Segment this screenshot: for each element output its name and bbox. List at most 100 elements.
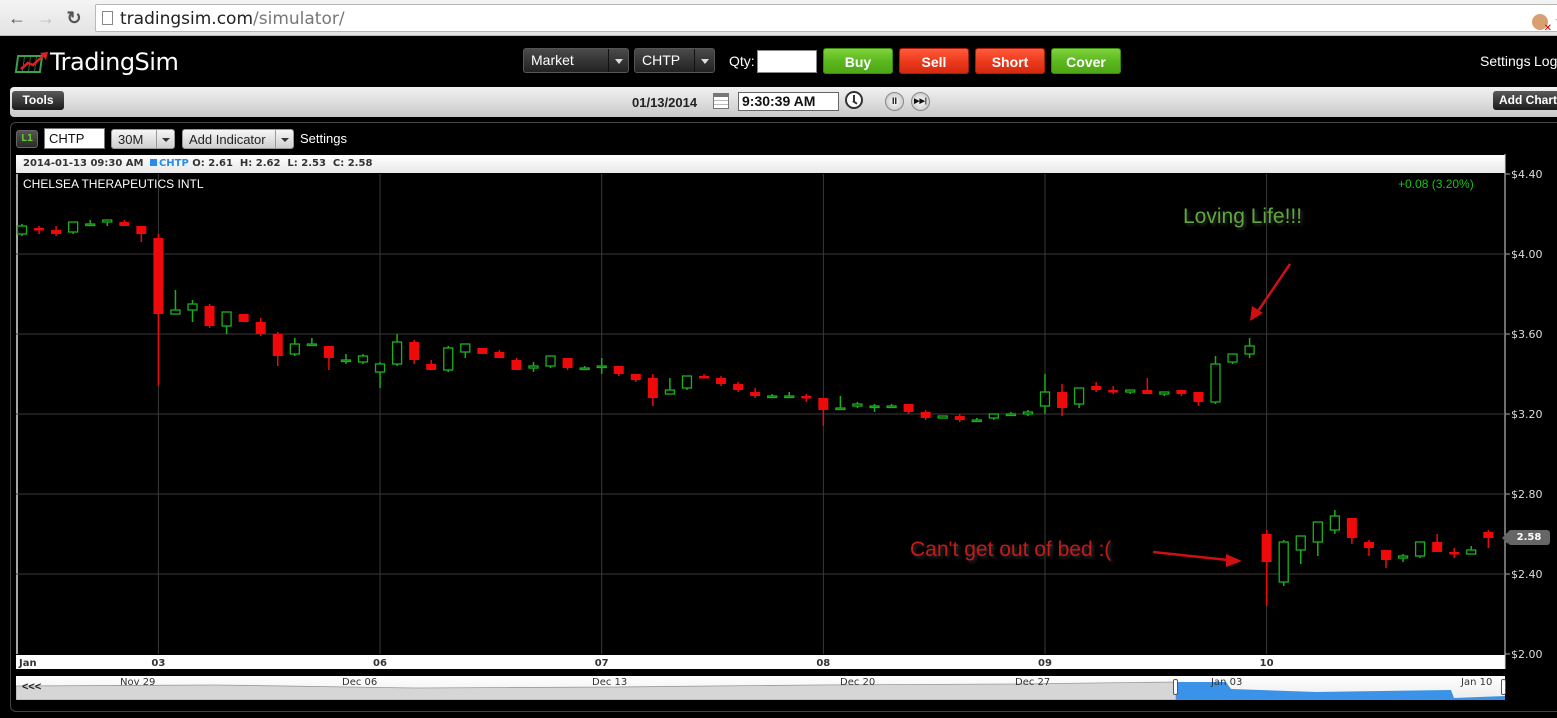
candle-body: [818, 398, 829, 410]
candle-body: [255, 322, 266, 334]
candle-body: [1159, 391, 1170, 395]
candle: [511, 358, 522, 370]
candle-body: [426, 364, 437, 370]
candle: [1022, 410, 1034, 416]
nav-label: Dec 27: [1015, 677, 1051, 688]
candle: [767, 394, 778, 399]
candle: [34, 226, 45, 234]
candle: [869, 404, 880, 412]
candle: [920, 410, 931, 420]
candle: [374, 362, 386, 388]
x-tick-label: 03: [151, 658, 165, 669]
price-chart[interactable]: $4.40 $4.00 $3.60 $3.20 $2.80 $2.40 $2.00 Jan 0…: [0, 0, 1557, 718]
candle-body: [596, 365, 607, 369]
candle: [852, 402, 863, 408]
candle-body: [357, 355, 369, 363]
down-arrow-line: [1152, 550, 1229, 562]
candle-body: [1125, 389, 1136, 393]
up-arrow-line: [1254, 263, 1292, 315]
candle: [1449, 548, 1460, 558]
candle: [818, 398, 829, 426]
candle-body: [409, 342, 420, 360]
candle: [1176, 390, 1187, 396]
candle: [1295, 535, 1306, 564]
candle-body: [733, 384, 744, 390]
candle: [1057, 384, 1068, 416]
candle-body: [1397, 555, 1409, 559]
candle-body: [323, 346, 334, 358]
candle: [733, 382, 744, 392]
candle: [409, 340, 420, 364]
candle-body: [1039, 391, 1051, 407]
candle: [426, 360, 437, 370]
last-price-tag: 2.58: [1502, 530, 1550, 545]
grid-lines: [16, 154, 1506, 669]
candle-body: [153, 238, 164, 314]
candle-body: [630, 374, 641, 380]
candle-body: [340, 359, 352, 363]
candle-body: [716, 378, 727, 384]
candle-body: [988, 413, 999, 419]
candle-body: [477, 348, 488, 354]
candle: [1227, 353, 1238, 364]
candle: [1466, 546, 1477, 555]
y-tick-label: $3.60: [1511, 328, 1543, 341]
navigator-left-handle[interactable]: [1173, 679, 1178, 695]
candle: [954, 414, 965, 422]
navigator-right-handle[interactable]: [1501, 679, 1506, 695]
x-tick-label: 09: [1038, 658, 1052, 669]
candle-body: [545, 355, 556, 367]
candle: [1363, 540, 1374, 556]
candle-body: [1466, 549, 1477, 555]
nav-label: Jan 03: [1211, 677, 1243, 688]
x-axis: Jan 03 06 07 08 09 10: [18, 658, 1274, 669]
candle: [1005, 412, 1017, 417]
candle: [1244, 338, 1255, 358]
candles: [16, 219, 1494, 606]
candle: [68, 221, 79, 234]
candle-body: [51, 230, 62, 234]
candle: [477, 348, 488, 354]
candle: [1397, 554, 1409, 562]
candle-body: [68, 221, 79, 233]
candle-body: [1278, 541, 1289, 583]
candle: [613, 366, 624, 376]
candle-body: [170, 309, 181, 315]
candle: [136, 226, 147, 242]
candle-body: [528, 365, 539, 369]
candle: [1073, 387, 1085, 408]
candle: [596, 358, 607, 374]
time-navigator[interactable]: <<< Nov 29 Dec 06 Dec 13 Dec 20 Dec 27 J…: [16, 676, 1506, 700]
candle: [51, 226, 62, 236]
candle: [85, 220, 96, 227]
candle-body: [187, 303, 198, 311]
candle-body: [460, 343, 471, 353]
candle: [119, 220, 130, 226]
candle-body: [579, 367, 590, 371]
candle: [784, 392, 795, 399]
candle-body: [750, 392, 761, 396]
x-tick-label: Jan: [18, 658, 37, 669]
nav-label: Dec 06: [342, 677, 378, 688]
down-arrow-head: [1226, 554, 1242, 567]
candle: [460, 343, 471, 358]
candle-body: [16, 225, 28, 235]
candle: [716, 376, 727, 386]
candle: [664, 378, 676, 395]
navigator-back-button[interactable]: <<<: [22, 681, 41, 693]
candle-body: [391, 341, 403, 365]
annotation-cant-get-out-of-bed: Can't get out of bed :(: [910, 538, 1112, 561]
company-name: CHELSEA THERAPEUTICS INTL: [23, 177, 204, 191]
candle-body: [1022, 411, 1034, 415]
candle: [937, 415, 948, 419]
candle: [1346, 518, 1357, 544]
candle-body: [1295, 535, 1306, 551]
candle: [494, 350, 505, 358]
candle: [971, 418, 982, 423]
candle: [340, 354, 352, 364]
x-tick-label: 07: [595, 658, 609, 669]
candle: [391, 334, 403, 366]
nav-label: Dec 13: [592, 677, 628, 688]
candle-body: [102, 219, 113, 223]
candle: [1329, 510, 1340, 534]
